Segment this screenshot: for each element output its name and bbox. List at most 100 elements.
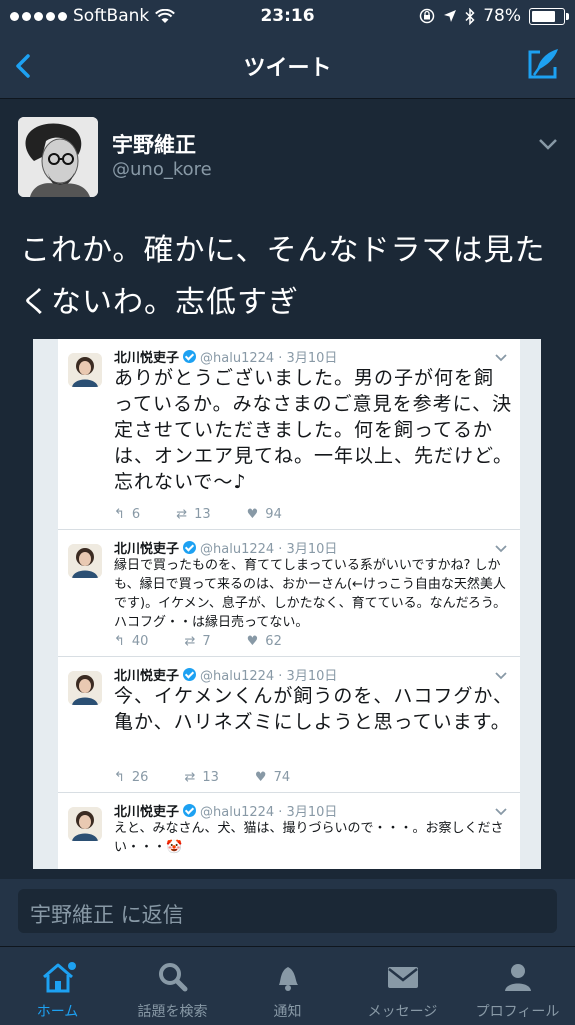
embedded-avatar [68,544,102,578]
chevron-down-icon [495,354,507,362]
status-bar: SoftBank 23:16 78% [0,0,575,34]
embedded-tweet: 北川悦吏子 @halu1224 · 3月10日 今、イケメンくんが飼うのを、ハコ… [58,657,520,793]
tab-search[interactable]: 話題を検索 [115,947,230,1025]
battery-percent: 78% [483,6,521,26]
embedded-handle: @halu1224 · 3月10日 [200,351,338,366]
embedded-tweet: 北川悦吏子 @halu1224 · 3月10日 縁日で買ったものを、育ててしまっ… [58,530,520,657]
tab-bar: ホーム 話題を検索 通知 メッセージ プロフィール [0,946,575,1025]
like-count-value: 94 [265,507,282,522]
heart-icon: ♥ [246,634,259,649]
rotation-lock-icon [419,8,435,24]
embedded-header: 北川悦吏子 @halu1224 · 3月10日 [114,538,337,557]
like-count-value: 62 [265,634,282,649]
reply-count-value: 6 [131,507,141,522]
embedded-header: 北川悦吏子 @halu1224 · 3月10日 [114,347,337,366]
reply-count: ↰ 26 [114,770,148,785]
reply-icon: ↰ [114,507,125,522]
heart-icon: ♥ [246,507,259,522]
verified-icon [183,804,197,817]
compose-tweet-button[interactable] [525,46,561,82]
tab-label: ホーム [36,1004,79,1020]
verified-icon [183,350,197,363]
tab-label: プロフィール [475,1004,560,1020]
embedded-actions: ↰ 26 ⇄ 13 ♥ 74 [114,770,290,785]
retweet-count: ⇄ 13 [176,507,210,522]
chevron-down-icon[interactable] [537,137,559,151]
retweet-icon: ⇄ [184,634,196,649]
nav-bar: ツイート [0,34,575,99]
author-handle[interactable]: @uno_kore [112,159,212,180]
retweet-icon: ⇄ [176,507,188,522]
avatar-image [18,117,98,197]
reply-count-value: 26 [131,770,149,785]
tab-label: 話題を検索 [137,1004,208,1020]
verified-icon [183,541,197,554]
home-icon [43,962,76,993]
avatar[interactable] [18,117,98,197]
embedded-avatar [68,671,102,705]
embedded-handle: @halu1224 · 3月10日 [200,669,338,684]
retweet-count-value: 13 [194,507,211,522]
embedded-handle: @halu1224 · 3月10日 [200,805,338,820]
embedded-tweet: 北川悦吏子 @halu1224 · 3月10日 ありがとうございました。男の子が… [58,339,520,530]
reply-placeholder: 宇野維正 に返信 [30,903,184,927]
reply-count-value: 40 [131,634,149,649]
embedded-actions: ↰ 40 ⇄ 7 ♥ 62 [114,634,282,649]
embedded-text: 今、イケメンくんが飼うのを、ハコフグか、亀か、ハリネズミにしようと思っています。 [114,685,514,733]
retweet-count-value: 7 [202,634,211,649]
status-right: 78% [419,6,569,26]
tab-home[interactable]: ホーム [0,947,115,1025]
reply-input[interactable]: 宇野維正 に返信 [18,889,557,933]
tab-messages[interactable]: メッセージ [345,947,460,1025]
reply-icon: ↰ [114,634,125,649]
embedded-text: ありがとうございました。男の子が何を飼っているか。みなさまのご意見を参考に、決定… [114,367,514,493]
bell-icon [279,967,298,991]
location-icon [444,10,457,22]
embedded-name: 北川悦吏子 [114,542,180,557]
chevron-down-icon [495,672,507,680]
tab-profile[interactable]: プロフィール [460,947,575,1025]
embedded-text-block: えと、みなさん、犬、猫は、撮りづらいので・・・。お察しください・・・🤡 [114,819,514,857]
tweet-detail: 宇野維正 @uno_kore これか。確かに、そんなドラマは見たくないわ。志低す… [0,99,575,879]
embedded-actions: ↰ 6 ⇄ 13 ♥ 94 [114,507,282,522]
embedded-avatar [68,353,102,387]
author-name[interactable]: 宇野維正 [112,129,196,159]
bluetooth-icon [465,7,475,25]
embedded-avatar [68,807,102,841]
embedded-name: 北川悦吏子 [114,805,180,820]
chevron-down-icon [495,808,507,816]
heart-icon: ♥ [254,770,267,785]
like-count: ♥ 94 [247,507,282,522]
embedded-name: 北川悦吏子 [114,669,180,684]
page-title: ツイート [243,56,332,81]
like-count: ♥ 74 [255,770,290,785]
reply-icon: ↰ [114,770,125,785]
verified-icon [183,668,197,681]
embedded-header: 北川悦吏子 @halu1224 · 3月10日 [114,801,337,820]
retweet-icon: ⇄ [184,770,196,785]
envelope-icon [388,967,418,988]
person-icon [505,964,531,991]
retweet-count-value: 13 [202,770,219,785]
tweet-image[interactable]: 北川悦吏子 @halu1224 · 3月10日 ありがとうございました。男の子が… [33,339,541,869]
reply-count: ↰ 40 [114,634,148,649]
battery-icon [529,7,569,25]
search-icon [159,963,188,992]
chevron-down-icon [495,545,507,553]
tab-notifications[interactable]: 通知 [230,947,345,1025]
retweet-count: ⇄ 13 [184,770,218,785]
retweet-count: ⇄ 7 [184,634,210,649]
tab-label: メッセージ [367,1004,438,1020]
embedded-handle: @halu1224 · 3月10日 [200,542,338,557]
tab-label: 通知 [273,1004,302,1020]
reply-bar: 宇野維正 に返信 [0,879,575,946]
embedded-tweet: 北川悦吏子 @halu1224 · 3月10日 えと、みなさん、犬、猫は、撮りづ… [58,793,520,869]
like-count-value: 74 [273,770,291,785]
tweet-text: これか。確かに、そんなドラマは見たくないわ。志低すぎ [20,233,546,320]
clown-emoji: 🤡 [166,840,183,855]
reply-count: ↰ 6 [114,507,140,522]
embedded-text: 縁日で買ったものを、育ててしまっている系がいいですかね? しかも、縁日で買って来… [114,558,507,630]
like-count: ♥ 62 [247,634,282,649]
embedded-header: 北川悦吏子 @halu1224 · 3月10日 [114,665,337,684]
embedded-name: 北川悦吏子 [114,351,180,366]
